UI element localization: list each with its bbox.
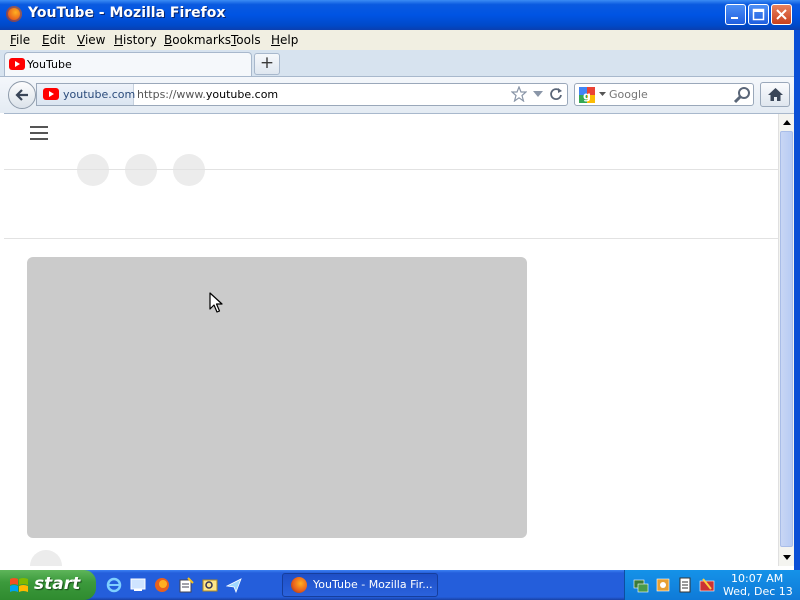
menu-bar: File Edit View History Bookmarks Tools H… (0, 30, 800, 50)
tab-label: YouTube (27, 58, 72, 71)
window-frame-right (794, 30, 800, 570)
star-icon[interactable] (511, 86, 527, 102)
chevron-down-icon[interactable] (533, 90, 543, 98)
video-player-placeholder[interactable] (27, 257, 527, 538)
menu-tools[interactable]: Tools (231, 33, 261, 47)
windows-logo-icon (10, 578, 28, 592)
page-content (4, 114, 778, 566)
menu-view[interactable]: View (77, 33, 105, 47)
search-input[interactable] (609, 86, 729, 102)
network-icon[interactable] (633, 577, 649, 593)
maximize-button[interactable] (748, 4, 769, 25)
new-tab-button[interactable]: + (254, 53, 280, 75)
close-button[interactable] (771, 4, 792, 25)
home-button[interactable] (760, 82, 790, 107)
firefox-icon[interactable] (154, 577, 170, 593)
notepad-icon[interactable] (178, 577, 194, 593)
loading-placeholder-circle (125, 154, 157, 186)
clock-date: Wed, Dec 13 (723, 585, 793, 598)
loading-placeholder-circle (173, 154, 205, 186)
scroll-up-icon[interactable] (782, 118, 792, 128)
menu-bookmarks[interactable]: Bookmarks (164, 33, 231, 47)
menu-hamburger-icon[interactable] (30, 126, 48, 140)
start-button[interactable]: start (0, 570, 96, 600)
window-title: YouTube - Mozilla Firefox (28, 5, 226, 21)
loading-placeholder-circle (77, 154, 109, 186)
mouse-cursor-icon (209, 292, 223, 313)
tab-youtube[interactable]: YouTube (4, 52, 252, 76)
maximize-icon (752, 8, 765, 21)
firefox-icon (291, 577, 307, 593)
site-identity-button[interactable]: youtube.com (37, 84, 136, 105)
home-icon (768, 88, 783, 101)
back-button[interactable] (8, 81, 36, 109)
chevron-down-icon[interactable] (599, 92, 606, 97)
section-divider (4, 238, 778, 239)
youtube-icon (9, 58, 25, 70)
url-bar[interactable]: youtube.com https://www.youtube.com (36, 83, 568, 106)
internet-explorer-icon[interactable] (106, 577, 122, 593)
vertical-scrollbar[interactable] (778, 114, 794, 566)
taskbar: start YouTube - Mozilla Fir... 10:07 AM … (0, 570, 800, 600)
window-titlebar[interactable]: YouTube - Mozilla Firefox (0, 0, 800, 30)
menu-help[interactable]: Help (271, 33, 298, 47)
scrollbar-thumb[interactable] (780, 131, 793, 547)
tab-strip: YouTube + (0, 50, 800, 77)
search-icon[interactable] (733, 86, 751, 104)
google-icon: g (579, 87, 595, 103)
close-icon (776, 9, 787, 20)
minimize-icon (731, 17, 738, 19)
reload-icon[interactable] (549, 87, 563, 101)
avatar-placeholder (30, 550, 62, 566)
identity-label: youtube.com (63, 88, 136, 101)
firefox-icon (6, 6, 22, 22)
send-icon[interactable] (226, 577, 242, 593)
scroll-down-icon[interactable] (782, 552, 792, 562)
search-files-icon[interactable] (202, 577, 218, 593)
start-label: start (34, 574, 81, 594)
tools-icon[interactable] (699, 577, 715, 593)
url-text[interactable]: https://www.youtube.com (137, 88, 278, 101)
minimize-button[interactable] (725, 4, 746, 25)
svg-text:g: g (583, 90, 591, 103)
clock-time: 10:07 AM (731, 572, 784, 585)
header-divider (4, 169, 778, 170)
system-tray: 10:07 AM Wed, Dec 13 (624, 570, 800, 600)
navigation-toolbar: youtube.com https://www.youtube.com g (0, 77, 800, 114)
youtube-icon (43, 88, 59, 100)
menu-edit[interactable]: Edit (42, 33, 65, 47)
back-arrow-icon (15, 89, 28, 101)
search-bar[interactable]: g (574, 83, 754, 106)
document-icon[interactable] (677, 577, 693, 593)
security-icon[interactable] (655, 577, 671, 593)
menu-file[interactable]: File (10, 33, 30, 47)
show-desktop-icon[interactable] (130, 577, 146, 593)
taskbar-item-firefox[interactable]: YouTube - Mozilla Fir... (282, 573, 438, 597)
menu-history[interactable]: History (114, 33, 157, 47)
taskbar-item-label: YouTube - Mozilla Fir... (313, 578, 433, 591)
